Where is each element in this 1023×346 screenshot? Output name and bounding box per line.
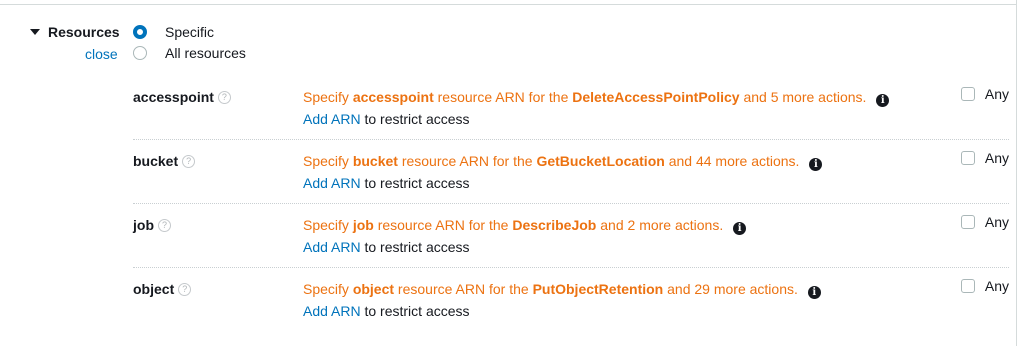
any-checkbox[interactable] — [960, 279, 975, 293]
resource-row-job: job ? Specify job resource ARN for the D… — [133, 205, 1009, 269]
resource-name: object ? — [133, 281, 192, 297]
spec-action: GetBucketLocation — [536, 153, 665, 169]
spec-middle: resource ARN for the — [397, 153, 537, 169]
radio-specific[interactable]: Specific — [133, 24, 214, 40]
spec-prefix: Specify — [303, 153, 353, 169]
question-mark-icon[interactable]: ? — [178, 282, 192, 296]
spec-action: DescribeJob — [512, 217, 597, 233]
add-arn-rest: to restrict access — [360, 239, 470, 255]
radio-label: All resources — [165, 45, 246, 61]
spec-prefix: Specify — [303, 281, 353, 297]
add-arn-link[interactable]: Add ARN — [303, 303, 361, 319]
resource-name-label: job — [133, 217, 154, 233]
add-arn-rest: to restrict access — [360, 111, 470, 127]
section-title: Resources — [48, 24, 120, 40]
add-arn-rest: to restrict access — [360, 175, 470, 191]
question-mark-icon[interactable]: ? — [217, 90, 231, 104]
row-divider — [133, 139, 1009, 140]
add-arn-line: Add ARN to restrict access — [303, 111, 470, 127]
any-checkbox-group[interactable]: Any — [960, 214, 1009, 230]
close-link[interactable]: close — [85, 46, 118, 62]
any-checkbox-group[interactable]: Any — [960, 150, 1009, 166]
spec-resource-type: object — [352, 281, 395, 297]
any-label: Any — [984, 214, 1009, 230]
info-icon[interactable]: i — [807, 286, 821, 299]
resource-row-object: object ? Specify object resource ARN for… — [133, 269, 1009, 333]
spec-suffix: and 44 more actions. — [664, 153, 800, 169]
panel-top-border — [0, 4, 1017, 5]
resource-row-accesspoint: accesspoint ? Specify accesspoint resour… — [133, 77, 1009, 141]
any-label: Any — [984, 86, 1009, 102]
spec-resource-type: job — [352, 217, 374, 233]
add-arn-rest: to restrict access — [360, 303, 470, 319]
radio-all-resources[interactable]: All resources — [133, 45, 246, 61]
add-arn-line: Add ARN to restrict access — [303, 239, 470, 255]
add-arn-link[interactable]: Add ARN — [303, 175, 361, 191]
resource-spec-text: Specify job resource ARN for the Describ… — [303, 217, 747, 235]
info-icon[interactable]: i — [809, 158, 823, 171]
question-mark-icon[interactable]: ? — [182, 154, 196, 168]
resource-spec-text: Specify object resource ARN for the PutO… — [303, 281, 821, 299]
resource-name-label: accesspoint — [133, 89, 214, 105]
spec-action: DeleteAccessPointPolicy — [572, 89, 740, 105]
spec-resource-type: bucket — [352, 153, 398, 169]
spec-middle: resource ARN for the — [394, 281, 533, 297]
radio-button[interactable] — [133, 46, 147, 60]
any-checkbox[interactable] — [960, 87, 975, 101]
spec-resource-type: accesspoint — [352, 89, 434, 105]
spec-suffix: and 2 more actions. — [596, 217, 724, 233]
any-label: Any — [984, 278, 1009, 294]
resource-spec-text: Specify accesspoint resource ARN for the… — [303, 89, 890, 107]
panel-right-border — [1016, 0, 1017, 346]
add-arn-link[interactable]: Add ARN — [303, 111, 361, 127]
spec-suffix: and 29 more actions. — [663, 281, 798, 297]
any-checkbox[interactable] — [960, 215, 975, 229]
any-checkbox[interactable] — [960, 151, 975, 165]
spec-action: PutObjectRetention — [532, 281, 664, 297]
any-checkbox-group[interactable]: Any — [960, 278, 1009, 294]
question-mark-icon[interactable]: ? — [158, 218, 171, 232]
any-label: Any — [984, 150, 1009, 166]
add-arn-line: Add ARN to restrict access — [303, 303, 470, 319]
caret-down-icon — [30, 29, 40, 35]
resource-spec-text: Specify bucket resource ARN for the GetB… — [303, 153, 823, 171]
spec-prefix: Specify — [303, 89, 353, 105]
spec-prefix: Specify — [303, 217, 353, 233]
resource-name: accesspoint ? — [133, 89, 231, 105]
info-icon[interactable]: i — [876, 94, 890, 107]
add-arn-line: Add ARN to restrict access — [303, 175, 470, 191]
spec-suffix: and 5 more actions. — [739, 89, 867, 105]
row-divider — [133, 203, 1009, 204]
resource-name-label: object — [133, 281, 175, 297]
radio-button[interactable] — [133, 25, 147, 39]
resource-name: bucket ? — [133, 153, 196, 169]
resource-name: job ? — [133, 217, 171, 233]
resource-name-label: bucket — [133, 153, 179, 169]
radio-label: Specific — [165, 24, 215, 40]
spec-middle: resource ARN for the — [433, 89, 573, 105]
info-icon[interactable]: i — [733, 222, 747, 235]
add-arn-link[interactable]: Add ARN — [303, 239, 361, 255]
spec-middle: resource ARN for the — [373, 217, 513, 233]
any-checkbox-group[interactable]: Any — [960, 86, 1009, 102]
row-divider — [133, 267, 1009, 268]
resource-row-bucket: bucket ? Specify bucket resource ARN for… — [133, 141, 1009, 205]
resources-section-toggle[interactable]: Resources — [30, 24, 120, 40]
